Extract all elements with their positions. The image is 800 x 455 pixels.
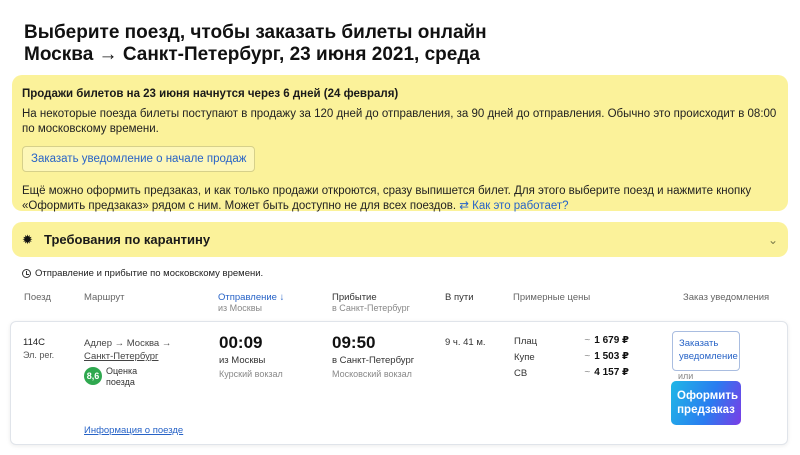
col-departure-label: Отправление ↓: [218, 292, 285, 303]
timezone-note-text: Отправление и прибытие по московскому вр…: [35, 268, 264, 279]
route-line2: Санкт-Петербург: [84, 351, 159, 362]
class-price-value: 4 157 ₽: [594, 367, 629, 378]
chevron-down-icon[interactable]: ⌄: [768, 233, 778, 247]
class-name: Плац: [514, 336, 538, 347]
price-approx: ~: [584, 351, 591, 362]
quarantine-requirements[interactable]: ✹ Требования по карантину ⌄: [12, 222, 788, 257]
departure-station: Курский вокзал: [219, 369, 283, 379]
train-route: Адлер → Москва → Санкт-Петербург: [84, 337, 171, 363]
notify-sales-start-button[interactable]: Заказать уведомление о начале продаж: [22, 146, 256, 172]
notice-heading: Продажи билетов на 23 июня начнутся чере…: [22, 88, 399, 100]
rating-label: Оценка поезда: [106, 366, 137, 388]
clock-icon: [22, 269, 31, 278]
col-route: Маршрут: [84, 292, 125, 303]
class-price[interactable]: ~4 157 ₽: [559, 367, 629, 378]
gear-icon: ✹: [22, 231, 33, 247]
how-it-works-link[interactable]: ⇄ Как это работает?: [459, 200, 568, 212]
class-price[interactable]: ~1 679 ₽: [559, 335, 629, 346]
price-approx: ~: [584, 367, 591, 378]
travel-duration: 9 ч. 41 м.: [445, 337, 486, 348]
route-line1: Адлер → Москва →: [84, 338, 172, 349]
link-icon: ⇄: [459, 200, 469, 212]
page-title-line1: Выберите поезд, чтобы заказать билеты он…: [24, 22, 487, 43]
preorder-info-text: Ещё можно оформить предзаказ, и как толь…: [22, 185, 752, 212]
rating-label-line2: поезда: [106, 377, 135, 387]
train-category: Эл. рег.: [23, 350, 55, 360]
page-title-line2: Москва → Санкт-Петербург, 23 июня 2021, …: [24, 44, 480, 65]
col-train: Поезд: [24, 292, 51, 303]
class-name: Купе: [514, 352, 535, 363]
sales-notice: Продажи билетов на 23 июня начнутся чере…: [12, 75, 788, 214]
quarantine-label: Требования по карантину: [44, 232, 211, 247]
train-number: 114С: [23, 337, 46, 348]
class-price-value: 1 679 ₽: [594, 335, 629, 346]
col-notify: Заказ уведомления: [683, 292, 770, 303]
arrival-station: Московский вокзал: [332, 369, 412, 379]
col-departure[interactable]: Отправление ↓ из Москвы: [218, 292, 284, 314]
arrival-place: в Санкт-Петербург: [332, 355, 415, 366]
col-departure-sub: из Москвы: [218, 303, 262, 313]
col-prices: Примерные цены: [513, 292, 591, 303]
class-price-value: 1 503 ₽: [594, 351, 629, 362]
rating-label-line1: Оценка: [106, 366, 138, 376]
departure-time: 00:09: [219, 333, 263, 352]
class-price[interactable]: ~1 503 ₽: [559, 351, 629, 362]
preorder-button[interactable]: Оформить предзаказ: [671, 381, 741, 425]
train-info-link[interactable]: Информация о поезде: [84, 425, 183, 436]
preorder-info: Ещё можно оформить предзаказ, и как толь…: [22, 184, 778, 214]
arrival-time: 09:50: [332, 333, 376, 352]
notice-text: На некоторые поезда билеты поступают в п…: [22, 108, 777, 135]
order-notification-button[interactable]: Заказать уведомление: [672, 331, 740, 371]
col-arrival-label: Прибытие: [332, 292, 377, 303]
or-label: или: [678, 371, 694, 381]
col-arrival-sub: в Санкт-Петербург: [332, 303, 410, 313]
col-duration[interactable]: В пути: [445, 292, 474, 303]
timezone-note: Отправление и прибытие по московскому вр…: [22, 268, 263, 279]
departure-place: из Москвы: [219, 355, 266, 366]
col-arrival[interactable]: Прибытие в Санкт-Петербург: [332, 292, 410, 314]
how-it-works-label: Как это работает?: [472, 200, 569, 212]
price-approx: ~: [584, 335, 591, 346]
class-name: СВ: [514, 368, 528, 379]
rating-badge: 8,6: [84, 367, 102, 385]
page-title: Выберите поезд, чтобы заказать билеты он…: [24, 22, 487, 66]
train-card: 114С Эл. рег. Адлер → Москва → Санкт-Пет…: [10, 321, 788, 445]
